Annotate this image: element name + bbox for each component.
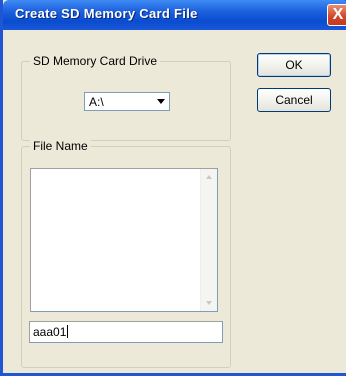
ok-button[interactable]: OK [257,53,331,77]
create-sd-card-file-dialog: Create SD Memory Card File X SD Memory C… [0,0,346,376]
file-name-input[interactable]: aaa01 [29,321,223,343]
file-name-input-value: aaa01 [33,325,69,339]
close-button[interactable]: X [327,4,346,26]
chevron-down-icon[interactable] [153,94,168,109]
text-caret [67,325,69,338]
scroll-down-icon[interactable] [201,295,217,311]
drive-group-label: SD Memory Card Drive [30,54,161,68]
file-list[interactable] [30,168,218,312]
close-icon: X [332,6,344,23]
cancel-button[interactable]: Cancel [257,88,331,112]
drive-select[interactable]: A:\ [84,92,170,111]
file-name-group-label: File Name [30,139,91,153]
dialog-body: SD Memory Card Drive A:\ File Name aaa01… [6,30,346,373]
title-bar[interactable]: Create SD Memory Card File X [3,0,346,30]
file-list-scrollbar[interactable] [200,169,217,311]
scroll-up-icon[interactable] [201,169,217,185]
dialog-title: Create SD Memory Card File [15,6,198,21]
file-name-group: File Name aaa01 [21,139,231,368]
sd-memory-card-drive-group: SD Memory Card Drive A:\ [21,54,231,141]
drive-select-value: A:\ [89,95,104,109]
